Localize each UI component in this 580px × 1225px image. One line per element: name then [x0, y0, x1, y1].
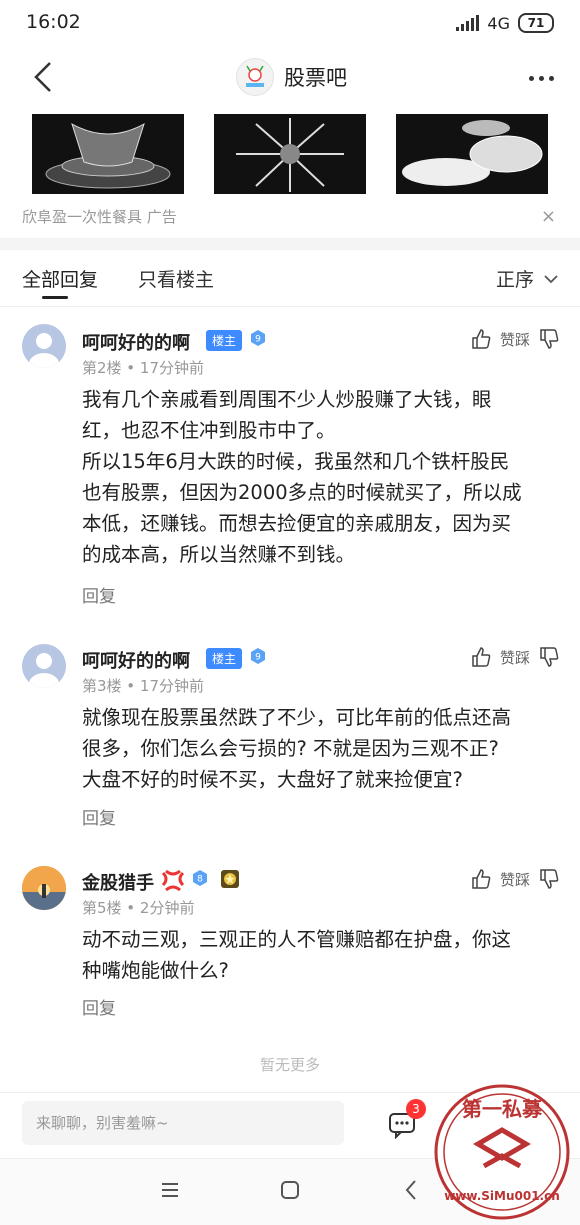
owner-badge: 楼主: [206, 648, 243, 669]
sort-dropdown[interactable]: 正序: [496, 265, 558, 292]
vote-controls[interactable]: 赞踩: [470, 868, 560, 890]
signal-icon: [456, 15, 480, 31]
ad-image-spoons[interactable]: [214, 114, 366, 194]
tab-indicator: [42, 296, 68, 299]
post-body: 我有几个亲戚看到周围不少人炒股赚了大钱，眼 红，也忍不住冲到股市中了。 所以15…: [82, 388, 522, 566]
username[interactable]: 呵呵好的的啊: [82, 329, 190, 355]
status-bar: 16:02 4G 71: [0, 0, 580, 46]
thumbs-up-icon[interactable]: [470, 868, 492, 890]
vote-label: 赞踩: [499, 870, 530, 889]
reply-tabs: 全部回复 只看楼主 正序: [0, 250, 580, 307]
battery-level: 71: [527, 16, 545, 30]
avatar[interactable]: [22, 324, 66, 368]
back-nav-icon[interactable]: [404, 1179, 418, 1201]
svg-text:www.SiMu001.cn: www.SiMu001.cn: [444, 1189, 560, 1203]
thumbs-up-icon[interactable]: [470, 328, 492, 350]
tab-all-replies[interactable]: 全部回复: [22, 265, 98, 292]
no-more-label: 暂无更多: [259, 1056, 320, 1074]
level-badge-icon: 8: [193, 870, 207, 886]
svg-text:第一私募: 第一私募: [462, 1097, 543, 1121]
post-meta: 第3楼 • 17分钟前: [82, 677, 205, 695]
svg-text:9: 9: [255, 653, 261, 663]
username[interactable]: 呵呵好的的啊: [82, 647, 190, 673]
forum-logo-icon: [236, 58, 274, 96]
back-arrow-icon[interactable]: [30, 60, 56, 94]
post-body: 就像现在股票虽然跌了不少，可比年前的低点还高 很多，你们怎么会亏损的? 不就是因…: [82, 706, 512, 791]
menu-icon[interactable]: [160, 1181, 180, 1199]
chevron-down-icon: [544, 274, 558, 283]
clock: 16:02: [26, 11, 81, 33]
reply-button[interactable]: 回复: [82, 582, 116, 607]
thumbs-down-icon[interactable]: [538, 328, 560, 350]
vote-controls[interactable]: 赞踩: [470, 646, 560, 668]
comment-input[interactable]: 来聊聊，别害羞嘛~: [22, 1101, 344, 1145]
username[interactable]: 金股猎手: [82, 869, 154, 895]
vote-controls[interactable]: 赞踩: [470, 328, 560, 350]
vote-label: 赞踩: [499, 648, 530, 667]
thumbs-down-icon[interactable]: [538, 646, 560, 668]
post-meta: 第5楼 • 2分钟前: [82, 899, 195, 917]
svg-text:9: 9: [255, 335, 261, 345]
medal-icon: [221, 870, 239, 888]
battery-icon: 71: [518, 13, 554, 33]
notification-badge: 3: [406, 1099, 426, 1119]
reply-button[interactable]: 回复: [82, 994, 116, 1019]
ad-image-plates[interactable]: [396, 114, 548, 194]
anger-emoji-icon: [161, 870, 185, 892]
level-badge-icon: 9: [251, 330, 265, 346]
forum-title[interactable]: 股票吧: [236, 58, 347, 96]
thumbs-up-icon[interactable]: [470, 646, 492, 668]
owner-badge: 楼主: [206, 330, 243, 351]
reply-button[interactable]: 回复: [82, 804, 116, 829]
avatar[interactable]: [22, 866, 66, 910]
top-nav: 股票吧: [0, 46, 580, 108]
page-title: 股票吧: [284, 66, 347, 90]
vote-label: 赞踩: [499, 330, 530, 349]
status-icons: 4G 71: [456, 13, 554, 33]
ad-caption: 欣阜盈一次性餐具 广告: [22, 208, 177, 226]
post-body: 动不动三观，三观正的人不管赚赔都在护盘，你这 种嘴炮能做什么?: [82, 928, 512, 982]
sort-label: 正序: [495, 269, 534, 291]
ad-close-icon[interactable]: ×: [541, 206, 556, 227]
network-label: 4G: [487, 13, 510, 33]
ad-image-bowl[interactable]: [32, 114, 184, 194]
home-icon[interactable]: [280, 1180, 300, 1200]
tab-owner-only[interactable]: 只看楼主: [138, 265, 214, 292]
level-badge-icon: 9: [251, 648, 265, 664]
post-meta: 第2楼 • 17分钟前: [82, 359, 205, 377]
ad-banner[interactable]: 欣阜盈一次性餐具 广告 ×: [0, 108, 580, 238]
thumbs-down-icon[interactable]: [538, 868, 560, 890]
watermark-seal: 第一私募 www.SiMu001.cn: [434, 1084, 570, 1220]
section-divider: [0, 238, 580, 250]
svg-text:8: 8: [197, 875, 203, 885]
more-menu-icon[interactable]: [529, 76, 554, 81]
avatar[interactable]: [22, 644, 66, 688]
